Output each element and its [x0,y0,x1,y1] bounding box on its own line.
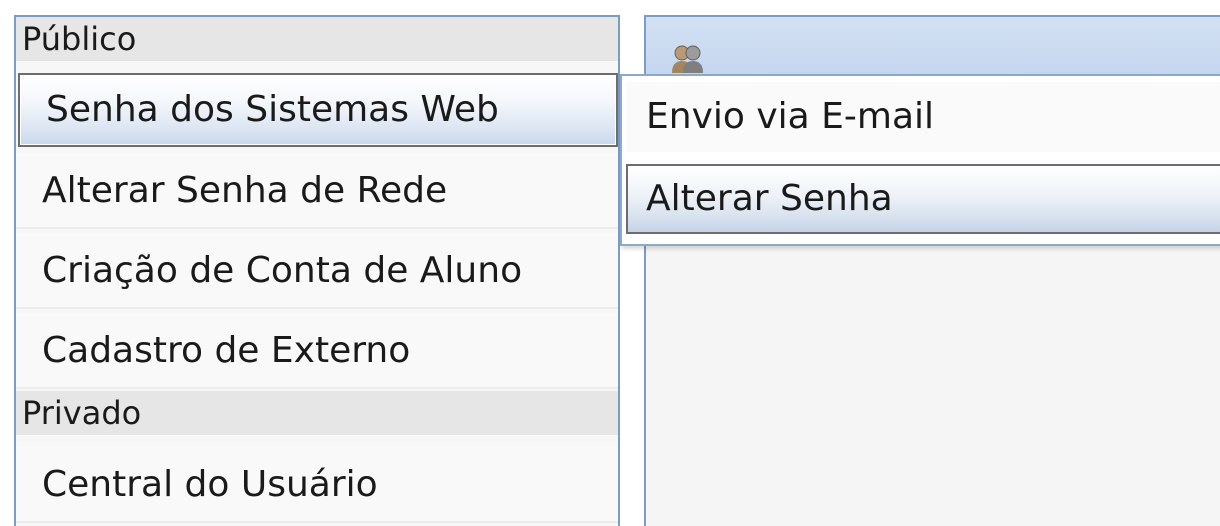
nav-item-criacao-conta-aluno[interactable]: Criação de Conta de Aluno [16,233,618,309]
nav-item-alterar-senha-rede[interactable]: Alterar Senha de Rede [16,153,618,229]
users-icon [670,43,704,73]
nav-item-central-usuario[interactable]: Central do Usuário [16,447,618,523]
nav-item-cadastro-externo[interactable]: Cadastro de Externo [16,313,618,389]
group-header-publico: Público [16,17,618,61]
nav-item-senha-sistemas-web[interactable]: Senha dos Sistemas Web [18,73,618,147]
submenu-item-envio-email[interactable]: Envio via E-mail [626,82,1220,152]
group-header-privado: Privado [16,391,618,435]
submenu-flyout: Envio via E-mail Alterar Senha [620,74,1220,246]
submenu-item-alterar-senha[interactable]: Alterar Senha [626,164,1220,234]
navigation-panel: Público Senha dos Sistemas Web Alterar S… [14,15,620,526]
